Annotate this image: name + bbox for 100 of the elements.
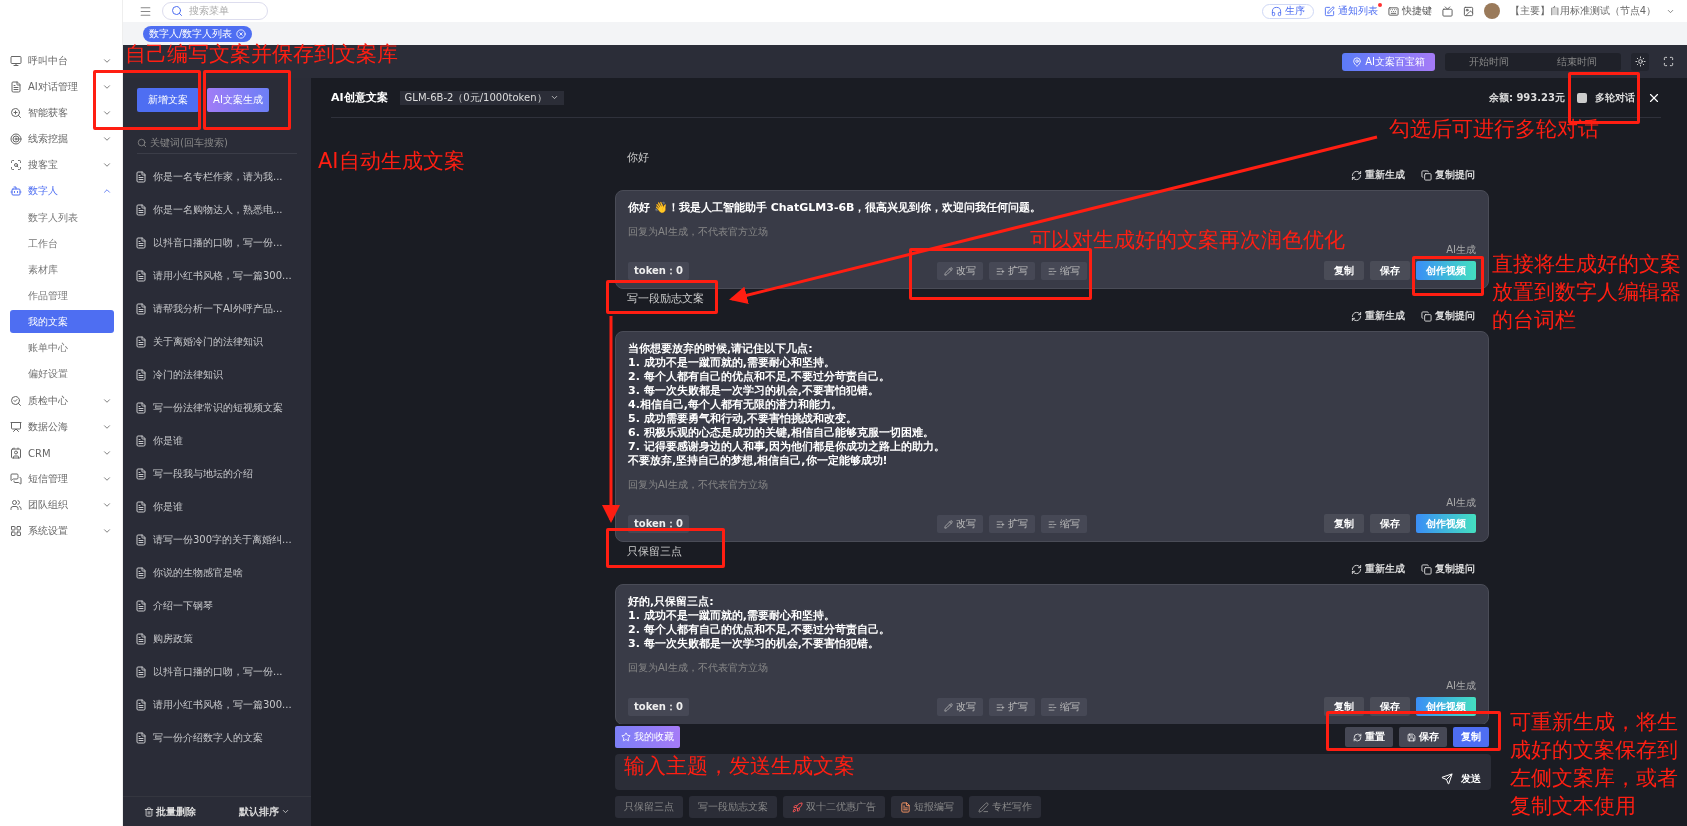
suggestion-chip[interactable]: 双十二优惠广告 — [783, 796, 885, 818]
copy-icon — [1421, 563, 1432, 575]
regenerate-button[interactable]: 重新生成 — [1351, 168, 1405, 182]
sidebar-item[interactable]: 数字人 — [0, 178, 122, 204]
copy-list-item[interactable]: 你说的生物感官是啥 — [123, 556, 311, 589]
reply-line: 3. 每一次失败都是一次学习的机会,不要害怕犯错。 — [628, 384, 880, 398]
copy-list-item[interactable]: 你是谁 — [123, 490, 311, 523]
card-button[interactable]: 复制 — [1324, 261, 1364, 280]
reply-line: 1. 成功不是一蹴而就的,需要耐心和坚持。 — [628, 609, 836, 623]
annotation-text: AI自动生成文案 — [318, 148, 466, 175]
regenerate-button[interactable]: 重新生成 — [1351, 309, 1405, 323]
screen-icon[interactable] — [1441, 5, 1453, 17]
search-icon — [171, 5, 183, 17]
edit-button[interactable]: 改写 — [936, 262, 983, 280]
top-link[interactable]: 快捷键 — [1387, 4, 1432, 18]
sidebar-item[interactable]: 线索挖掘 — [0, 126, 122, 152]
suggestion-chip[interactable]: 专栏写作 — [969, 796, 1041, 818]
suggestion-chip[interactable]: 只保留三点 — [615, 796, 683, 818]
copy-list-item[interactable]: 以抖音口播的口吻，写一份... — [123, 655, 311, 688]
copy-list-item[interactable]: 写一份法律常识的短视频文案 — [123, 391, 311, 424]
copy-list-item[interactable]: 你是谁 — [123, 424, 311, 457]
sidebar-item[interactable]: 呼叫中台 — [0, 48, 122, 74]
document-icon — [900, 801, 911, 813]
copy-list-item[interactable]: 你是一名专栏作家，请为我... — [123, 160, 311, 193]
sidebar-item[interactable]: 质检中心 — [0, 388, 122, 414]
chat-title: AI创意文案 — [331, 90, 388, 105]
card-button[interactable]: 保存 — [1370, 261, 1410, 280]
sidebar-item[interactable]: CRM — [0, 440, 122, 466]
chat-bubbles-icon — [10, 473, 22, 485]
copy-question-button[interactable]: 复制提问 — [1421, 168, 1475, 182]
reset-button[interactable]: 重置 — [1345, 727, 1393, 747]
top-link[interactable]: 通知列表 — [1323, 4, 1378, 18]
checkbox[interactable] — [1577, 92, 1587, 103]
copy-question-button[interactable]: 复制提问 — [1421, 309, 1475, 323]
copy-question-button[interactable]: 复制提问 — [1421, 562, 1475, 576]
image-icon[interactable] — [1462, 5, 1474, 17]
theme-button[interactable] — [1631, 52, 1649, 71]
sidebar-item[interactable]: 系统设置 — [0, 518, 122, 544]
sidebar-item[interactable]: 团队组织 — [0, 492, 122, 518]
edit-icon — [1323, 5, 1335, 17]
card-button[interactable]: 复制 — [1324, 514, 1364, 533]
sidebar-subitem[interactable]: 账单中心 — [10, 336, 114, 359]
keyboard-icon — [1387, 5, 1399, 17]
batch-delete-button[interactable]: 批量删除 — [144, 804, 197, 819]
refresh-icon — [1351, 310, 1362, 322]
favorites-button[interactable]: 我的收藏 — [615, 726, 680, 748]
sidebar-item[interactable]: AI对话管理 — [0, 74, 122, 100]
edit-button[interactable]: 缩写 — [1040, 698, 1087, 716]
edit-button[interactable]: 缩写 — [1040, 515, 1087, 533]
suggestion-chip[interactable]: 短报编写 — [891, 796, 963, 818]
send-button[interactable]: 发送 — [1441, 772, 1481, 786]
caret-icon — [549, 93, 559, 102]
sidebar-item[interactable]: 智能获客 — [0, 100, 122, 126]
copy-list-item[interactable]: 介绍一下钢琴 — [123, 589, 311, 622]
sidebar-subitem[interactable]: 我的文案 — [10, 310, 114, 333]
copy-list-item[interactable]: 请用小红书风格，写一篇300... — [123, 259, 311, 292]
edit-button[interactable]: 改写 — [936, 515, 983, 533]
account-name[interactable]: 【主要】自用标准测试（节点4） — [1509, 4, 1656, 18]
copy-list-item[interactable]: 关于离婚冷门的法律知识 — [123, 325, 311, 358]
regenerate-button[interactable]: 重新生成 — [1351, 562, 1405, 576]
page-tab[interactable]: 数字人/数字人列表 — [143, 25, 253, 42]
copy-list-item[interactable]: 写一份介绍数字人的文案 — [123, 721, 311, 754]
sidebar-subitem[interactable]: 工作台 — [10, 232, 114, 255]
edit-button[interactable]: 扩写 — [988, 262, 1035, 280]
sidebar-item[interactable]: 数据公海 — [0, 414, 122, 440]
sidebar-subitem[interactable]: 素材库 — [10, 258, 114, 281]
sidebar-item[interactable]: 搜客宝 — [0, 152, 122, 178]
sidebar-item[interactable]: 短信管理 — [0, 466, 122, 492]
edit-button[interactable]: 扩写 — [988, 698, 1035, 716]
copy-list-item[interactable]: 请用小红书风格，写一篇300... — [123, 688, 311, 721]
copy-list-item[interactable]: 以抖音口播的口吻，写一份... — [123, 226, 311, 259]
treasure-button[interactable]: AI文案百宝箱 — [1342, 52, 1435, 71]
copy-list-item[interactable]: 购房政策 — [123, 622, 311, 655]
copy-button[interactable]: 复制 — [1453, 727, 1489, 747]
checkbox-label[interactable]: 多轮对话 — [1595, 90, 1635, 105]
save-button[interactable]: 保存 — [1399, 727, 1447, 747]
sidebar-subitem[interactable]: 作品管理 — [10, 284, 114, 307]
copy-list-item[interactable]: 请写一份300字的关于离婚纠... — [123, 523, 311, 556]
copy-list-item[interactable]: 你是一名购物达人，熟悉电... — [123, 193, 311, 226]
sidebar-subitem[interactable]: 数字人列表 — [10, 206, 114, 229]
copy-list-item[interactable]: 写一段我与地坛的介绍 — [123, 457, 311, 490]
ai-generate-button[interactable]: AI文案生成 — [207, 88, 269, 112]
edit-button[interactable]: 改写 — [936, 698, 983, 716]
date-range-field[interactable]: 开始时间 结束时间 — [1445, 52, 1621, 71]
document-icon — [135, 566, 147, 579]
sort-button[interactable]: 默认排序 — [238, 804, 290, 819]
menu-icon[interactable] — [139, 4, 152, 18]
card-button[interactable]: 保存 — [1370, 514, 1410, 533]
sidebar-subitem[interactable]: 偏好设置 — [10, 362, 114, 385]
send-icon — [1441, 773, 1453, 785]
document-icon — [135, 236, 147, 249]
list-icon — [995, 266, 1005, 276]
model-select[interactable]: GLM-6B-2（0元/1000token） — [399, 90, 564, 105]
source-label: AI生成 — [1446, 679, 1476, 693]
keyword-search-field[interactable]: 关键词(回车搜索) — [137, 132, 297, 154]
copy-list-item[interactable]: 请帮我分析一下AI外呼产品... — [123, 292, 311, 325]
new-copy-button[interactable]: 新增文案 — [137, 88, 199, 112]
edit-button[interactable]: 缩写 — [1040, 262, 1087, 280]
edit-button[interactable]: 扩写 — [988, 515, 1035, 533]
copy-list-item[interactable]: 冷门的法律知识 — [123, 358, 311, 391]
